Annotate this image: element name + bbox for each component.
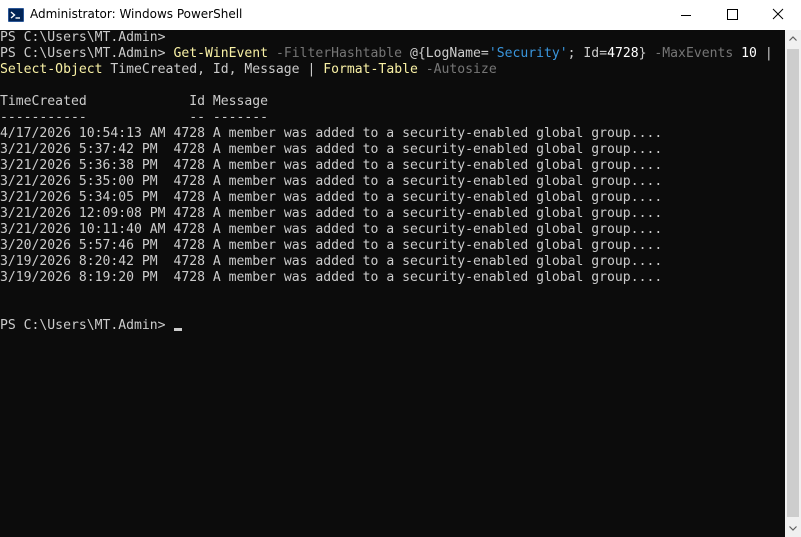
table-row: 3/19/2026 8:20:42 PM 4728 A member was a… bbox=[0, 254, 662, 270]
cell-id: 4728 bbox=[173, 238, 205, 253]
cell-padding bbox=[158, 142, 174, 157]
cell-timecreated: 3/19/2026 8:20:42 PM bbox=[0, 254, 158, 269]
cell-id: 4728 bbox=[173, 206, 205, 221]
cell-timecreated: 4/17/2026 10:54:13 AM bbox=[0, 126, 166, 141]
scroll-thumb[interactable] bbox=[787, 49, 799, 517]
cell-id: 4728 bbox=[173, 254, 205, 269]
cell-id: 4728 bbox=[173, 190, 205, 205]
chevron-down-icon bbox=[789, 526, 797, 531]
cell-timecreated: 3/19/2026 8:19:20 PM bbox=[0, 270, 158, 285]
table-row: 3/21/2026 5:37:42 PM 4728 A member was a… bbox=[0, 142, 662, 158]
cell-padding bbox=[205, 206, 213, 221]
table-row: 3/21/2026 5:35:00 PM 4728 A member was a… bbox=[0, 174, 662, 190]
cell-timecreated: 3/21/2026 5:36:38 PM bbox=[0, 158, 158, 173]
cell-id: 4728 bbox=[173, 126, 205, 141]
cell-message: A member was added to a security-enabled… bbox=[212, 174, 663, 189]
cell-message: A member was added to a security-enabled… bbox=[212, 270, 663, 285]
table-row: 3/21/2026 10:11:40 AM 4728 A member was … bbox=[0, 222, 662, 238]
cell-timecreated: 3/21/2026 5:34:05 PM bbox=[0, 190, 158, 205]
table-header: TimeCreated Id Message bbox=[0, 94, 269, 109]
table-row: 3/21/2026 12:09:08 PM 4728 A member was … bbox=[0, 206, 662, 222]
cell-padding bbox=[205, 142, 213, 157]
logname-value: 'Security' bbox=[488, 46, 568, 61]
powershell-icon bbox=[8, 7, 24, 23]
table-row: 3/21/2026 5:34:05 PM 4728 A member was a… bbox=[0, 190, 662, 206]
id-value: 4728 bbox=[607, 46, 639, 61]
cell-message: A member was added to a security-enabled… bbox=[212, 254, 663, 269]
cell-message: A member was added to a security-enabled… bbox=[212, 126, 663, 141]
console-output[interactable]: PS C:\Users\MT.Admin> PS C:\Users\MT.Adm… bbox=[0, 30, 785, 537]
hashtable-open: @{LogName= bbox=[409, 46, 489, 61]
cell-timecreated: 3/20/2026 5:57:46 PM bbox=[0, 238, 158, 253]
maximize-icon bbox=[727, 9, 738, 20]
chevron-up-icon bbox=[789, 36, 797, 41]
window-title: Administrator: Windows PowerShell bbox=[30, 7, 243, 21]
param-filterhashtable: -FilterHashtable bbox=[275, 46, 403, 61]
table-header-underline: ----------- -- ------- bbox=[0, 110, 269, 125]
cell-padding bbox=[205, 126, 213, 141]
select-arguments: TimeCreated, Id, Message bbox=[110, 62, 300, 77]
command-line-1: PS C:\Users\MT.Admin> Get-WinEvent -Filt… bbox=[0, 46, 773, 62]
hashtable-separator: ; Id= bbox=[567, 46, 608, 61]
cmdlet-select-object: Select-Object bbox=[0, 62, 103, 77]
prompt-line: PS C:\Users\MT.Admin> bbox=[0, 30, 166, 45]
title-bar[interactable]: Administrator: Windows PowerShell bbox=[0, 0, 801, 30]
vertical-scrollbar[interactable] bbox=[785, 30, 801, 537]
cell-padding bbox=[158, 254, 174, 269]
cell-timecreated: 3/21/2026 5:35:00 PM bbox=[0, 174, 158, 189]
powershell-window: Administrator: Windows PowerShell PS C:\… bbox=[0, 0, 801, 537]
text-cursor bbox=[174, 328, 183, 331]
table-row: 4/17/2026 10:54:13 AM 4728 A member was … bbox=[0, 126, 662, 142]
cell-id: 4728 bbox=[173, 142, 205, 157]
cmdlet-format-table: Format-Table bbox=[323, 62, 418, 77]
cell-timecreated: 3/21/2026 5:37:42 PM bbox=[0, 142, 158, 157]
cell-padding bbox=[205, 254, 213, 269]
pipe-operator-2: | bbox=[307, 62, 316, 77]
table-row: 3/20/2026 5:57:46 PM 4728 A member was a… bbox=[0, 238, 662, 254]
cell-padding bbox=[205, 190, 213, 205]
cell-padding bbox=[205, 270, 213, 285]
table-row: 3/19/2026 8:19:20 PM 4728 A member was a… bbox=[0, 270, 662, 286]
cell-message: A member was added to a security-enabled… bbox=[212, 158, 663, 173]
maxevents-value: 10 bbox=[741, 46, 757, 61]
cell-id: 4728 bbox=[173, 158, 205, 173]
table-row: 3/21/2026 5:36:38 PM 4728 A member was a… bbox=[0, 158, 662, 174]
cell-padding bbox=[158, 190, 174, 205]
final-prompt-line[interactable]: PS C:\Users\MT.Admin> bbox=[0, 318, 183, 334]
close-icon bbox=[772, 8, 784, 20]
cell-message: A member was added to a security-enabled… bbox=[212, 190, 663, 205]
cell-padding bbox=[205, 158, 213, 173]
cell-id: 4728 bbox=[173, 270, 205, 285]
param-maxevents: -MaxEvents bbox=[654, 46, 734, 61]
cell-message: A member was added to a security-enabled… bbox=[212, 238, 663, 253]
cell-padding bbox=[158, 158, 174, 173]
cell-padding bbox=[205, 222, 213, 237]
cell-padding bbox=[205, 174, 213, 189]
cell-timecreated: 3/21/2026 12:09:08 PM bbox=[0, 206, 166, 221]
cell-padding bbox=[205, 238, 213, 253]
final-prompt: PS C:\Users\MT.Admin> bbox=[0, 318, 174, 333]
cell-message: A member was added to a security-enabled… bbox=[212, 206, 663, 221]
maximize-button[interactable] bbox=[709, 0, 755, 30]
cell-timecreated: 3/21/2026 10:11:40 AM bbox=[0, 222, 166, 237]
command-prompt: PS C:\Users\MT.Admin> bbox=[0, 46, 174, 61]
cell-padding bbox=[158, 174, 174, 189]
command-line-2: Select-Object TimeCreated, Id, Message |… bbox=[0, 62, 497, 78]
cell-id: 4728 bbox=[173, 174, 205, 189]
scroll-down-button[interactable] bbox=[785, 520, 801, 537]
minimize-icon bbox=[681, 15, 691, 16]
pipe-operator-1: | bbox=[764, 46, 773, 61]
cell-padding bbox=[158, 270, 174, 285]
minimize-button[interactable] bbox=[663, 0, 709, 30]
cell-padding bbox=[158, 238, 174, 253]
scroll-up-button[interactable] bbox=[785, 30, 801, 47]
param-autosize: -Autosize bbox=[425, 62, 497, 77]
cmdlet-get-winevent: Get-WinEvent bbox=[173, 46, 269, 61]
cell-message: A member was added to a security-enabled… bbox=[212, 142, 663, 157]
cell-id: 4728 bbox=[173, 222, 205, 237]
cell-message: A member was added to a security-enabled… bbox=[212, 222, 663, 237]
close-button[interactable] bbox=[755, 0, 801, 30]
hashtable-close: } bbox=[638, 46, 647, 61]
